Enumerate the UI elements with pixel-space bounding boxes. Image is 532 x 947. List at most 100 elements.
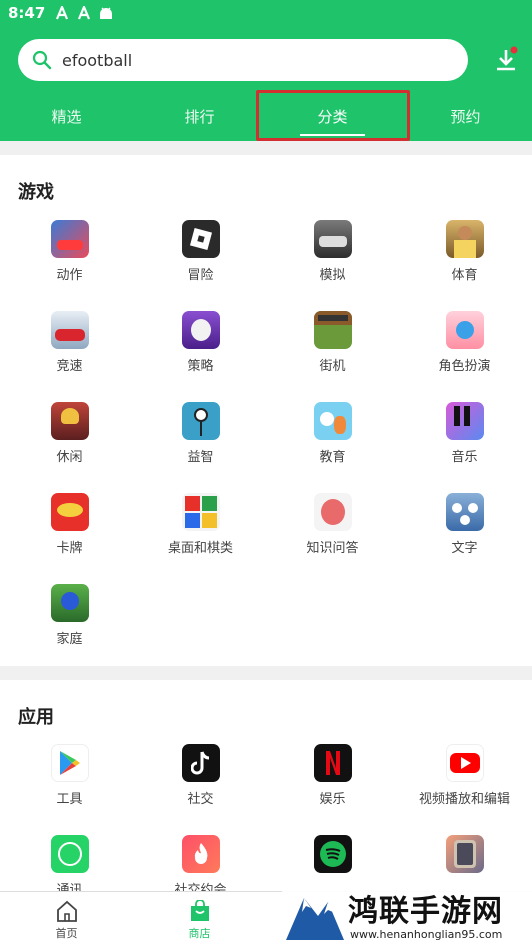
category-item[interactable]: 益智 [134, 402, 267, 465]
category-label: 体育 [451, 268, 478, 283]
apps-section-title: 应用 [18, 707, 54, 728]
notification-a-icon [78, 6, 91, 20]
category-item[interactable]: 体育 [398, 220, 531, 283]
tab-featured[interactable]: 精选 [0, 94, 133, 140]
category-item[interactable]: 社交约会 [134, 835, 267, 898]
section-divider [0, 666, 532, 680]
section-divider [0, 141, 532, 155]
category-item[interactable] [398, 835, 531, 879]
store-icon [190, 900, 209, 921]
phone-icon [445, 835, 484, 873]
category-item[interactable] [266, 835, 399, 879]
status-time: 8:47 [8, 4, 46, 22]
tiktok-icon [181, 744, 220, 782]
nav-home[interactable]: 首页 [0, 892, 133, 947]
family-icon [50, 584, 89, 622]
adventure-icon [181, 220, 220, 258]
category-item[interactable]: 音乐 [398, 402, 531, 465]
puzzle-icon [181, 402, 220, 440]
category-tabs: 精选 排行 分类 预约 [0, 94, 532, 140]
category-label: 知识问答 [306, 541, 359, 556]
category-label: 工具 [56, 792, 83, 807]
category-label: 策略 [187, 359, 214, 374]
trivia-icon [313, 493, 352, 531]
nav-home-label: 首页 [55, 927, 78, 940]
home-icon [56, 900, 77, 922]
category-item[interactable]: 角色扮演 [398, 311, 531, 374]
category-label: 动作 [56, 268, 83, 283]
tinder-icon [181, 835, 220, 873]
category-item[interactable]: 家庭 [3, 584, 136, 647]
category-label: 角色扮演 [438, 359, 491, 374]
category-item[interactable]: 视频播放和编辑 [398, 744, 531, 807]
category-item[interactable]: 知识问答 [266, 493, 399, 556]
sports-icon [445, 220, 484, 258]
netflix-icon [313, 744, 352, 782]
category-item[interactable]: 文字 [398, 493, 531, 556]
category-item[interactable]: 竞速 [3, 311, 136, 374]
word-icon [445, 493, 484, 531]
category-item[interactable]: 通讯 [3, 835, 136, 898]
watermark: 鸿联手游网 www.henanhonglian95.com [282, 880, 532, 947]
watermark-title: 鸿联手游网 [348, 894, 503, 929]
category-item[interactable]: 桌面和棋类 [134, 493, 267, 556]
spotify-icon [313, 835, 352, 873]
tab-underline [300, 134, 365, 136]
board-icon [181, 493, 220, 531]
category-label: 卡牌 [56, 541, 83, 556]
category-label: 娱乐 [319, 792, 346, 807]
category-label: 社交 [187, 792, 214, 807]
search-icon [32, 50, 52, 70]
tab-categories-label: 分类 [317, 108, 348, 126]
category-item[interactable]: 教育 [266, 402, 399, 465]
card-icon [50, 493, 89, 531]
racing-icon [50, 311, 89, 349]
category-label: 竞速 [56, 359, 83, 374]
category-item[interactable]: 休闲 [3, 402, 136, 465]
category-label: 音乐 [451, 450, 478, 465]
watermark-url: www.henanhonglian95.com [350, 928, 503, 941]
search-input[interactable] [62, 50, 442, 70]
arcade-icon [313, 311, 352, 349]
status-bar: 8:47 [0, 0, 532, 26]
category-label: 冒险 [187, 268, 214, 283]
casual-icon [50, 402, 89, 440]
nav-store[interactable]: 商店 [133, 892, 266, 947]
tab-categories[interactable]: 分类 [266, 94, 399, 140]
category-item[interactable]: 模拟 [266, 220, 399, 283]
whatsapp-icon [50, 835, 89, 873]
header: 精选 排行 分类 预约 [0, 26, 532, 141]
download-icon [497, 46, 518, 71]
category-label: 益智 [187, 450, 214, 465]
category-item[interactable]: 社交 [134, 744, 267, 807]
games-section-title: 游戏 [18, 182, 54, 203]
category-item[interactable]: 策略 [134, 311, 267, 374]
music-icon [445, 402, 484, 440]
category-label: 教育 [319, 450, 346, 465]
category-item[interactable]: 娱乐 [266, 744, 399, 807]
search-bar[interactable] [18, 39, 468, 81]
category-item[interactable]: 工具 [3, 744, 136, 807]
category-item[interactable]: 卡牌 [3, 493, 136, 556]
category-item[interactable]: 动作 [3, 220, 136, 283]
category-label: 街机 [319, 359, 346, 374]
watermark-logo-icon [286, 898, 344, 940]
category-label: 模拟 [319, 268, 346, 283]
education-icon [313, 402, 352, 440]
download-button[interactable] [492, 46, 520, 76]
rpg-icon [445, 311, 484, 349]
nav-store-label: 商店 [188, 927, 211, 940]
youtube-icon [445, 744, 484, 782]
category-label: 文字 [451, 541, 478, 556]
category-item[interactable]: 街机 [266, 311, 399, 374]
play-store-icon [50, 744, 89, 782]
category-label: 视频播放和编辑 [418, 792, 510, 807]
tab-preorder[interactable]: 预约 [399, 94, 532, 140]
category-label: 家庭 [56, 632, 83, 647]
action-icon [50, 220, 89, 258]
tab-ranking[interactable]: 排行 [133, 94, 266, 140]
android-icon [100, 7, 113, 19]
simulation-icon [313, 220, 352, 258]
category-label: 桌面和棋类 [167, 541, 233, 556]
category-item[interactable]: 冒险 [134, 220, 267, 283]
